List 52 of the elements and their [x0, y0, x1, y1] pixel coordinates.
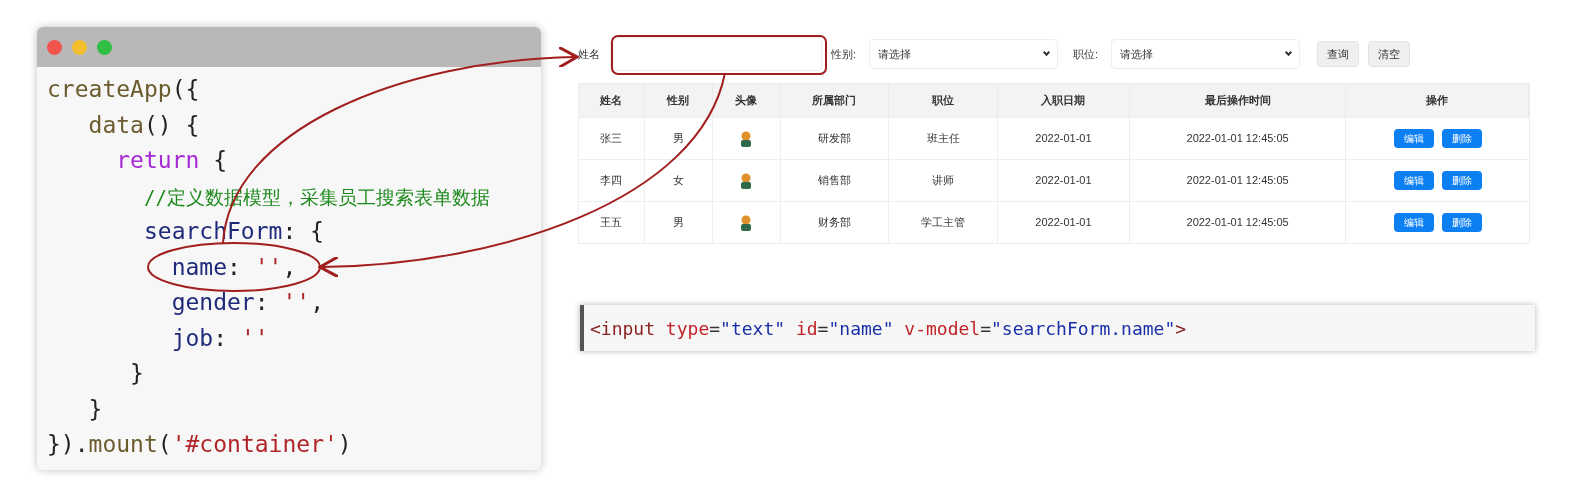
clear-button[interactable]: 清空: [1368, 41, 1411, 67]
code-line: job: '': [171, 325, 269, 351]
job-select[interactable]: 请选择: [1111, 39, 1301, 69]
code-line: name: '',: [171, 254, 297, 280]
delete-button[interactable]: 删除: [1441, 213, 1482, 232]
table-cell: 学工主管: [889, 202, 999, 243]
code-line: return {: [116, 148, 228, 174]
code-line: }).mount('#container'): [47, 432, 352, 458]
column-header: 职位: [889, 84, 999, 117]
edit-button[interactable]: 编辑: [1393, 213, 1434, 232]
code-line: createApp({: [47, 77, 200, 103]
table-cell: 2022-01-01 12:45:05: [1129, 202, 1347, 243]
code-line: gender: '',: [171, 290, 324, 316]
column-header: 操作: [1346, 84, 1529, 117]
edit-button[interactable]: 编辑: [1393, 171, 1434, 190]
table-cell: 男: [644, 202, 713, 243]
table-cell: 男: [644, 118, 713, 159]
table-cell: 2022-01-01: [998, 202, 1130, 243]
table-cell: 班主任: [889, 118, 999, 159]
delete-button[interactable]: 删除: [1441, 171, 1482, 190]
edit-button[interactable]: 编辑: [1393, 129, 1434, 148]
column-header: 性别: [644, 84, 713, 117]
column-header: 头像: [712, 84, 781, 117]
table-cell: 讲师: [889, 160, 999, 201]
avatar-icon: [739, 130, 754, 147]
name-label: 姓名: [578, 46, 600, 62]
job-label: 职位:: [1073, 46, 1099, 62]
table-cell: 财务部: [780, 202, 890, 243]
code-line: data() {: [88, 112, 200, 138]
column-header: 所属部门: [780, 84, 890, 117]
table-cell: 女: [644, 160, 713, 201]
code-line: }: [130, 361, 144, 387]
column-header: 姓名: [579, 84, 645, 117]
code-snippet: <input type="text" id="name" v-model="searchForm.name">: [580, 305, 1535, 351]
avatar-icon: [739, 214, 754, 231]
search-button[interactable]: 查询: [1317, 41, 1360, 67]
delete-button[interactable]: 删除: [1441, 129, 1482, 148]
table-cell: 张三: [579, 118, 645, 159]
avatar-icon: [739, 172, 754, 189]
gender-label: 性别:: [831, 46, 857, 62]
table-cell: 王五: [579, 202, 645, 243]
column-header: 最后操作时间: [1129, 84, 1347, 117]
code-line: }: [88, 396, 103, 422]
table-cell: 2022-01-01: [998, 118, 1130, 159]
column-header: 入职日期: [998, 84, 1130, 117]
table-cell: 李四: [579, 160, 645, 201]
table-cell: 2022-01-01: [998, 160, 1130, 201]
table-cell: 研发部: [780, 118, 890, 159]
table-cell: 销售部: [780, 160, 890, 201]
gender-select[interactable]: 请选择: [869, 39, 1059, 69]
table-cell: 2022-01-01 12:45:05: [1129, 118, 1347, 159]
table-cell: 2022-01-01 12:45:05: [1129, 160, 1347, 201]
